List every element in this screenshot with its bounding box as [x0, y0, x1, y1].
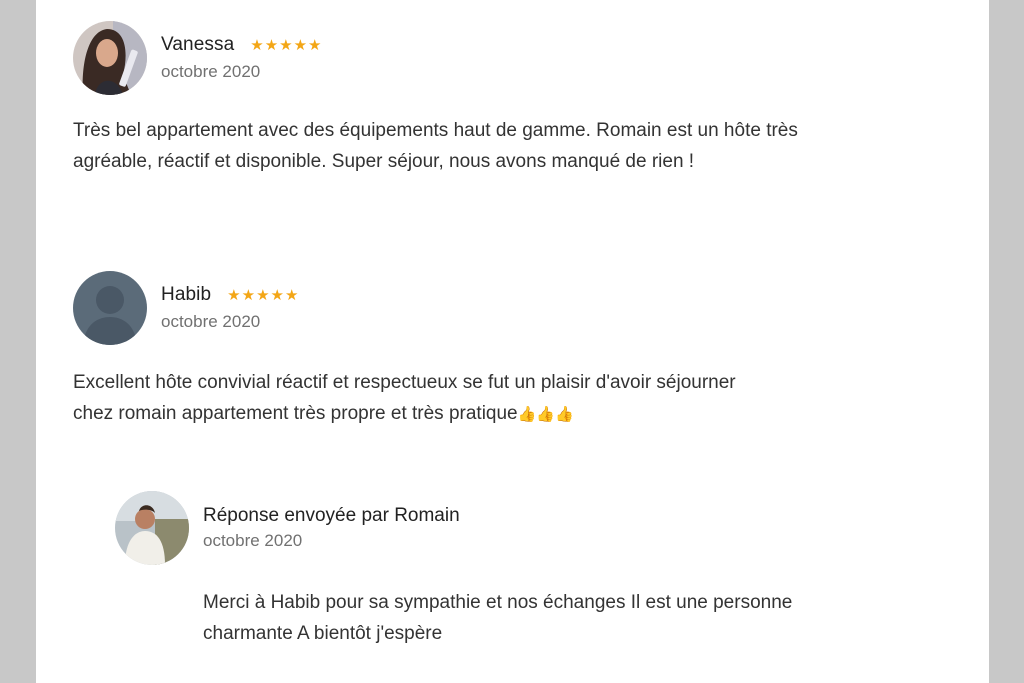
star-icon: ★: [293, 36, 308, 54]
review-text: Excellent hôte convivial réactif et resp…: [73, 372, 736, 424]
reviewer-name[interactable]: Vanessa: [161, 34, 234, 56]
default-user-icon: [73, 271, 147, 345]
star-icon: ★: [241, 286, 256, 304]
reply-text: Merci à Habib pour sa sympathie et nos é…: [203, 592, 793, 644]
photo-woman-icon: [73, 21, 147, 95]
thumbs-up-icon: 👍👍👍: [517, 406, 574, 423]
reply-date: octobre 2020: [203, 531, 303, 550]
reviewer-avatar-vanessa[interactable]: [73, 21, 147, 95]
review-date: octobre 2020: [161, 312, 261, 331]
star-icon: ★: [279, 36, 293, 54]
reply-title: Réponse envoyée par Romain: [203, 505, 460, 526]
star-icon: ★: [270, 286, 284, 304]
star-icon: ★: [256, 286, 270, 304]
host-avatar-romain[interactable]: [115, 491, 189, 565]
review-text-container: Excellent hôte convivial réactif et resp…: [73, 367, 773, 430]
reviewer-avatar-habib[interactable]: [73, 271, 147, 345]
star-icon: ★: [308, 36, 322, 54]
star-rating: ★ ★ ★ ★ ★: [227, 288, 298, 303]
photo-man-icon: [115, 491, 189, 565]
star-icon: ★: [264, 36, 279, 54]
review-text: Très bel appartement avec des équipement…: [73, 120, 798, 172]
star-rating: ★ ★ ★ ★ ★: [250, 38, 321, 53]
star-icon: ★: [250, 36, 264, 54]
reviews-panel: Vanessa ★ ★ ★ ★ ★ octobre 2020 Très bel …: [36, 0, 989, 683]
star-icon: ★: [284, 286, 299, 304]
reviewer-name[interactable]: Habib: [161, 284, 211, 306]
star-icon: ★: [227, 286, 241, 304]
review-date: octobre 2020: [161, 62, 261, 81]
